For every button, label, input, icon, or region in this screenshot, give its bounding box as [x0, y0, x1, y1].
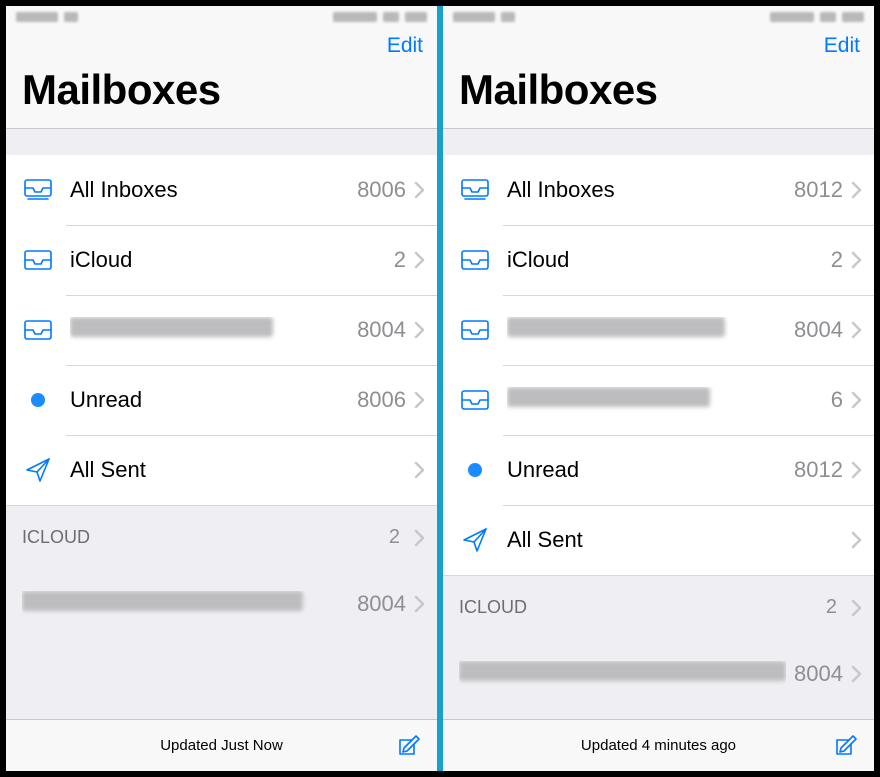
account-count: 8004	[794, 661, 843, 687]
mail-pane-left: Edit Mailboxes All Inboxes 8006 iCloud 2 ███…	[6, 6, 437, 771]
chevron-right-icon	[414, 529, 425, 547]
nav-header: Edit Mailboxes	[6, 28, 437, 129]
mailbox-label: All Sent	[507, 527, 835, 553]
all-inboxes-icon	[460, 177, 490, 203]
mailbox-count: 2	[394, 247, 406, 273]
mailbox-label: Unread	[70, 387, 349, 413]
mailbox-count: 6	[831, 387, 843, 413]
mailbox-row[interactable]: █████████████ 8004	[6, 295, 437, 365]
mailbox-label: All Inboxes	[70, 177, 349, 203]
chevron-right-icon	[851, 321, 862, 339]
chevron-right-icon	[851, 461, 862, 479]
page-title: Mailboxes	[6, 60, 437, 118]
paperplane-icon	[461, 526, 489, 554]
section-label: ICLOUD	[22, 527, 90, 548]
compose-icon	[831, 732, 859, 760]
mailbox-row[interactable]: Unread 8006	[6, 365, 437, 435]
mailbox-list: All Inboxes 8012 iCloud 2 ██████████████ 8004…	[443, 129, 874, 719]
mailbox-label: Unread	[507, 457, 786, 483]
status-bar	[443, 6, 874, 28]
mailbox-row[interactable]: ██████████████ 8004	[443, 295, 874, 365]
status-text: Updated Just Now	[160, 737, 283, 754]
inbox-icon	[460, 389, 490, 411]
mailbox-count: 8006	[357, 177, 406, 203]
all-inboxes-icon	[23, 177, 53, 203]
nav-header: Edit Mailboxes	[443, 28, 874, 129]
toolbar: Updated Just Now	[6, 719, 437, 771]
unread-dot-icon	[31, 393, 45, 407]
status-text: Updated 4 minutes ago	[581, 737, 736, 754]
section-label: ICLOUD	[459, 597, 527, 618]
inbox-icon	[460, 319, 490, 341]
paperplane-icon	[24, 456, 52, 484]
chevron-right-icon	[414, 181, 425, 199]
chevron-right-icon	[851, 531, 862, 549]
compose-button[interactable]	[393, 731, 423, 761]
mailbox-count: 8004	[794, 317, 843, 343]
chevron-right-icon	[414, 321, 425, 339]
mailbox-count: 8004	[357, 317, 406, 343]
mailbox-label: All Sent	[70, 457, 398, 483]
account-count: 8004	[357, 591, 406, 617]
mailbox-row[interactable]: All Sent	[6, 435, 437, 505]
mailbox-row[interactable]: Unread 8012	[443, 435, 874, 505]
mailbox-row[interactable]: iCloud 2	[443, 225, 874, 295]
edit-button[interactable]: Edit	[387, 34, 423, 58]
section-count: 2	[826, 596, 837, 619]
chevron-right-icon	[851, 599, 862, 617]
mailbox-label: █████████████	[70, 317, 349, 343]
mailbox-count: 8012	[794, 177, 843, 203]
unread-dot-icon	[468, 463, 482, 477]
account-label: ██████████████████	[22, 591, 349, 617]
inbox-icon	[23, 249, 53, 271]
mailbox-count: 2	[831, 247, 843, 273]
chevron-right-icon	[851, 251, 862, 269]
account-row[interactable]: █████████████████████ 8004	[443, 639, 874, 709]
chevron-right-icon	[414, 251, 425, 269]
chevron-right-icon	[851, 181, 862, 199]
account-row[interactable]: ██████████████████ 8004	[6, 569, 437, 639]
mailbox-row[interactable]: All Sent	[443, 505, 874, 575]
status-bar	[6, 6, 437, 28]
compose-icon	[394, 732, 422, 760]
mailbox-count: 8006	[357, 387, 406, 413]
mail-pane-right: Edit Mailboxes All Inboxes 8012 iCloud 2 ███…	[443, 6, 874, 771]
mailbox-label: █████████████	[507, 387, 823, 413]
page-title: Mailboxes	[443, 60, 874, 118]
mailbox-row[interactable]: █████████████ 6	[443, 365, 874, 435]
mailbox-label: All Inboxes	[507, 177, 786, 203]
section-icloud[interactable]: ICLOUD 2	[443, 575, 874, 639]
chevron-right-icon	[851, 391, 862, 409]
inbox-icon	[23, 319, 53, 341]
inbox-icon	[460, 249, 490, 271]
chevron-right-icon	[851, 665, 862, 683]
edit-button[interactable]: Edit	[824, 34, 860, 58]
chevron-right-icon	[414, 595, 425, 613]
section-icloud[interactable]: ICLOUD 2	[6, 505, 437, 569]
mailbox-label: iCloud	[507, 247, 823, 273]
mailbox-label: iCloud	[70, 247, 386, 273]
mailbox-count: 8012	[794, 457, 843, 483]
mailbox-row[interactable]: All Inboxes 8012	[443, 155, 874, 225]
mailbox-list: All Inboxes 8006 iCloud 2 █████████████ 8004 U…	[6, 129, 437, 719]
mailbox-row[interactable]: iCloud 2	[6, 225, 437, 295]
mailbox-label: ██████████████	[507, 317, 786, 343]
mailbox-row[interactable]: All Inboxes 8006	[6, 155, 437, 225]
chevron-right-icon	[414, 391, 425, 409]
compose-button[interactable]	[830, 731, 860, 761]
section-count: 2	[389, 526, 400, 549]
toolbar: Updated 4 minutes ago	[443, 719, 874, 771]
chevron-right-icon	[414, 461, 425, 479]
account-label: █████████████████████	[459, 661, 786, 687]
